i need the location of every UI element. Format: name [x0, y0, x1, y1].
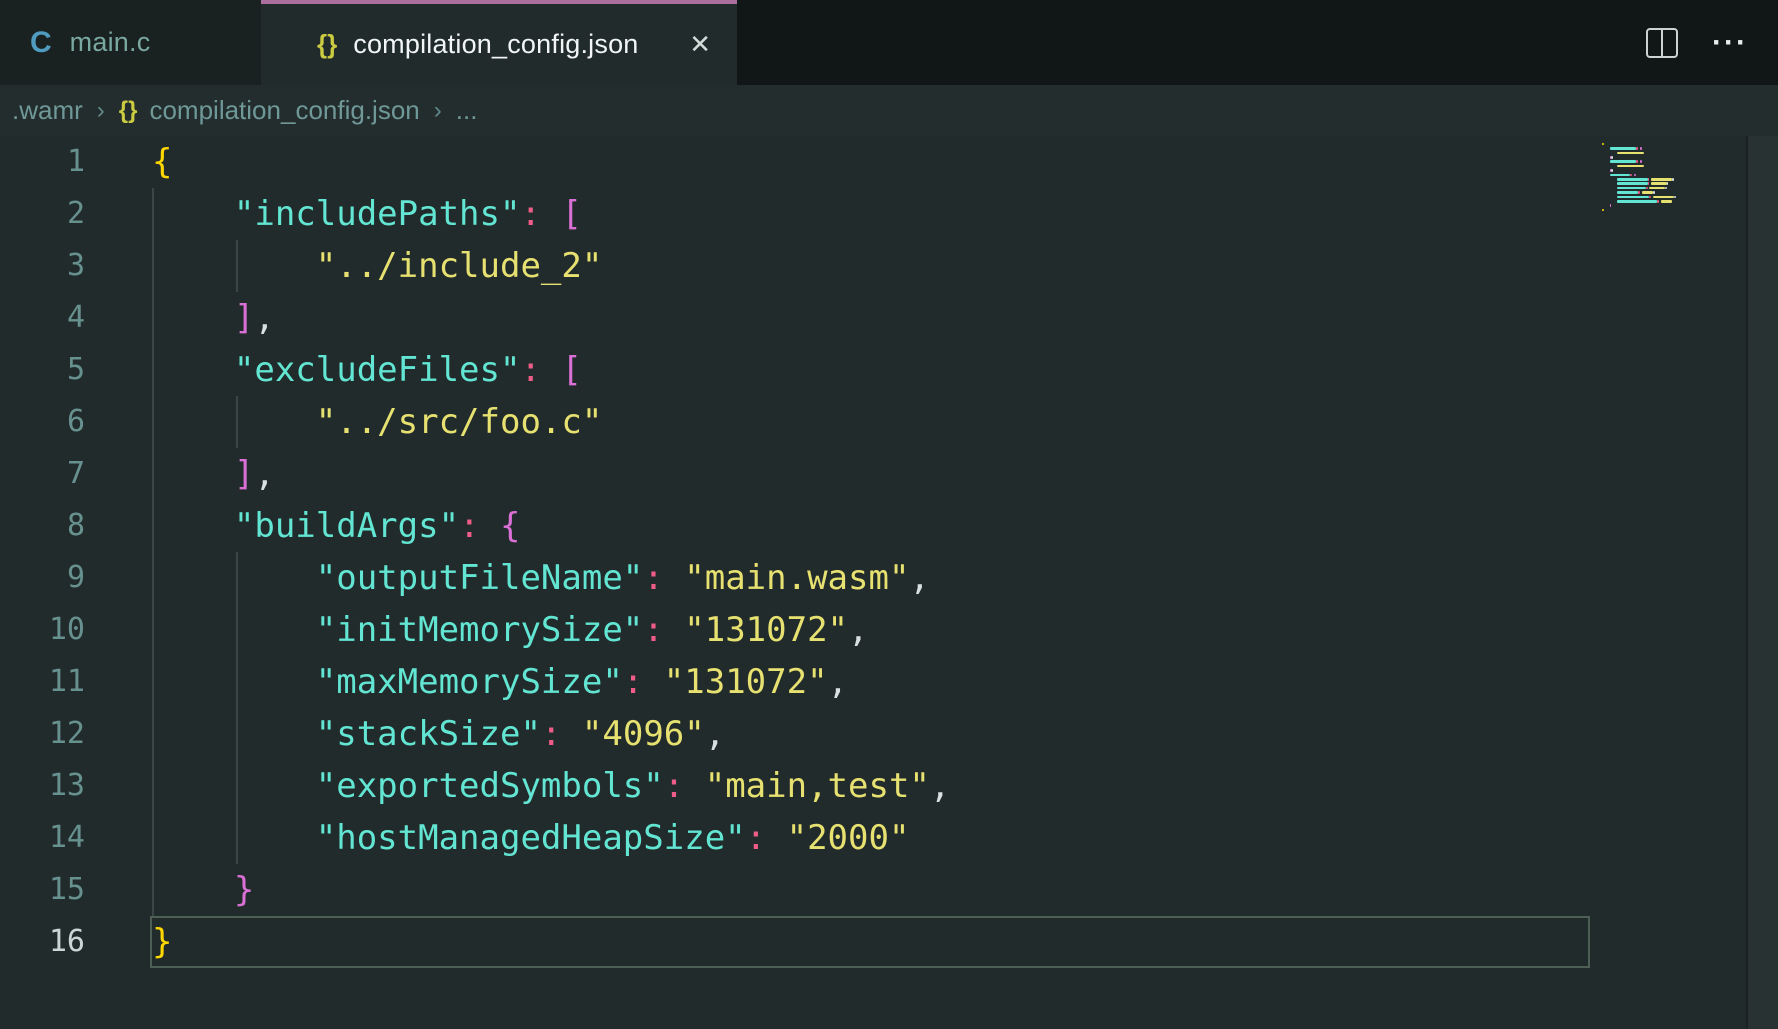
minimap-line	[1602, 208, 1746, 212]
line-number: 14	[0, 812, 85, 864]
code-area: 1{2 "includePaths": [3 "../include_2"4 ]…	[0, 136, 1778, 968]
tab-bar: C main.c {} compilation_config.json ✕ ··…	[0, 0, 1778, 85]
indent-guide	[236, 552, 238, 864]
breadcrumb-file[interactable]: compilation_config.json	[149, 95, 419, 126]
close-tab-icon[interactable]: ✕	[689, 29, 711, 60]
line-number: 1	[0, 136, 85, 188]
json-braces-icon: {}	[119, 97, 138, 125]
c-file-icon: C	[30, 26, 52, 60]
line-number: 9	[0, 552, 85, 604]
code-line[interactable]: 15 }	[0, 864, 1778, 916]
line-number: 15	[0, 864, 85, 916]
code-line[interactable]: 14 "hostManagedHeapSize": "2000"	[0, 812, 1778, 864]
code-line-text: "outputFileName": "main.wasm",	[85, 552, 930, 604]
code-line-text: "buildArgs": {	[85, 500, 521, 552]
tab-compilation-config-json[interactable]: {} compilation_config.json ✕	[261, 0, 737, 85]
code-line[interactable]: 11 "maxMemorySize": "131072",	[0, 656, 1778, 708]
code-line-text: "exportedSymbols": "main,test",	[85, 760, 950, 812]
more-actions-icon[interactable]: ···	[1712, 26, 1748, 60]
code-line[interactable]: 10 "initMemorySize": "131072",	[0, 604, 1778, 656]
code-line[interactable]: 13 "exportedSymbols": "main,test",	[0, 760, 1778, 812]
breadcrumb-folder[interactable]: .wamr	[12, 95, 83, 126]
line-number: 8	[0, 500, 85, 552]
code-line-text: ],	[85, 292, 275, 344]
indent-guide	[236, 396, 238, 448]
chevron-right-icon: ›	[434, 97, 442, 125]
code-editor[interactable]: 1{2 "includePaths": [3 "../include_2"4 ]…	[0, 136, 1778, 1029]
code-line[interactable]: 5 "excludeFiles": [	[0, 344, 1778, 396]
line-number: 13	[0, 760, 85, 812]
line-number: 5	[0, 344, 85, 396]
json-braces-icon: {}	[317, 29, 337, 60]
breadcrumb: .wamr › {} compilation_config.json › ...	[0, 85, 1778, 136]
line-number: 10	[0, 604, 85, 656]
vertical-scrollbar[interactable]	[1748, 136, 1778, 1029]
code-line-text: "includePaths": [	[85, 188, 582, 240]
code-line[interactable]: 12 "stackSize": "4096",	[0, 708, 1778, 760]
line-number: 3	[0, 240, 85, 292]
split-editor-icon[interactable]	[1646, 28, 1678, 58]
code-line-text: "../include_2"	[85, 240, 602, 292]
code-line-text: "stackSize": "4096",	[85, 708, 725, 760]
code-line[interactable]: 2 "includePaths": [	[0, 188, 1778, 240]
minimap[interactable]	[1602, 142, 1746, 1022]
code-line[interactable]: 4 ],	[0, 292, 1778, 344]
line-number: 2	[0, 188, 85, 240]
code-line[interactable]: 9 "outputFileName": "main.wasm",	[0, 552, 1778, 604]
code-line-text: }	[85, 864, 254, 916]
code-line-text: "excludeFiles": [	[85, 344, 582, 396]
line-number: 16	[0, 916, 85, 968]
code-line-text: ],	[85, 448, 275, 500]
tab-label: compilation_config.json	[353, 29, 638, 60]
code-line-text: "../src/foo.c"	[85, 396, 602, 448]
code-line[interactable]: 8 "buildArgs": {	[0, 500, 1778, 552]
code-line-text: }	[85, 916, 172, 968]
line-number: 6	[0, 396, 85, 448]
indent-guide	[152, 188, 154, 916]
tab-main-c[interactable]: C main.c	[0, 0, 261, 85]
code-line[interactable]: 3 "../include_2"	[0, 240, 1778, 292]
line-number: 12	[0, 708, 85, 760]
line-number: 7	[0, 448, 85, 500]
chevron-right-icon: ›	[97, 97, 105, 125]
code-line-text: "initMemorySize": "131072",	[85, 604, 869, 656]
code-line-text: "hostManagedHeapSize": "2000"	[85, 812, 909, 864]
indent-guide	[236, 240, 238, 292]
code-line-text: "maxMemorySize": "131072",	[85, 656, 848, 708]
code-line[interactable]: 7 ],	[0, 448, 1778, 500]
code-line[interactable]: 16}	[0, 916, 1778, 968]
code-line[interactable]: 1{	[0, 136, 1778, 188]
line-number: 11	[0, 656, 85, 708]
code-line-text: {	[85, 136, 172, 188]
breadcrumb-symbol[interactable]: ...	[456, 95, 478, 126]
line-number: 4	[0, 292, 85, 344]
editor-actions: ···	[1646, 0, 1778, 85]
tab-label: main.c	[70, 27, 151, 58]
code-line[interactable]: 6 "../src/foo.c"	[0, 396, 1778, 448]
